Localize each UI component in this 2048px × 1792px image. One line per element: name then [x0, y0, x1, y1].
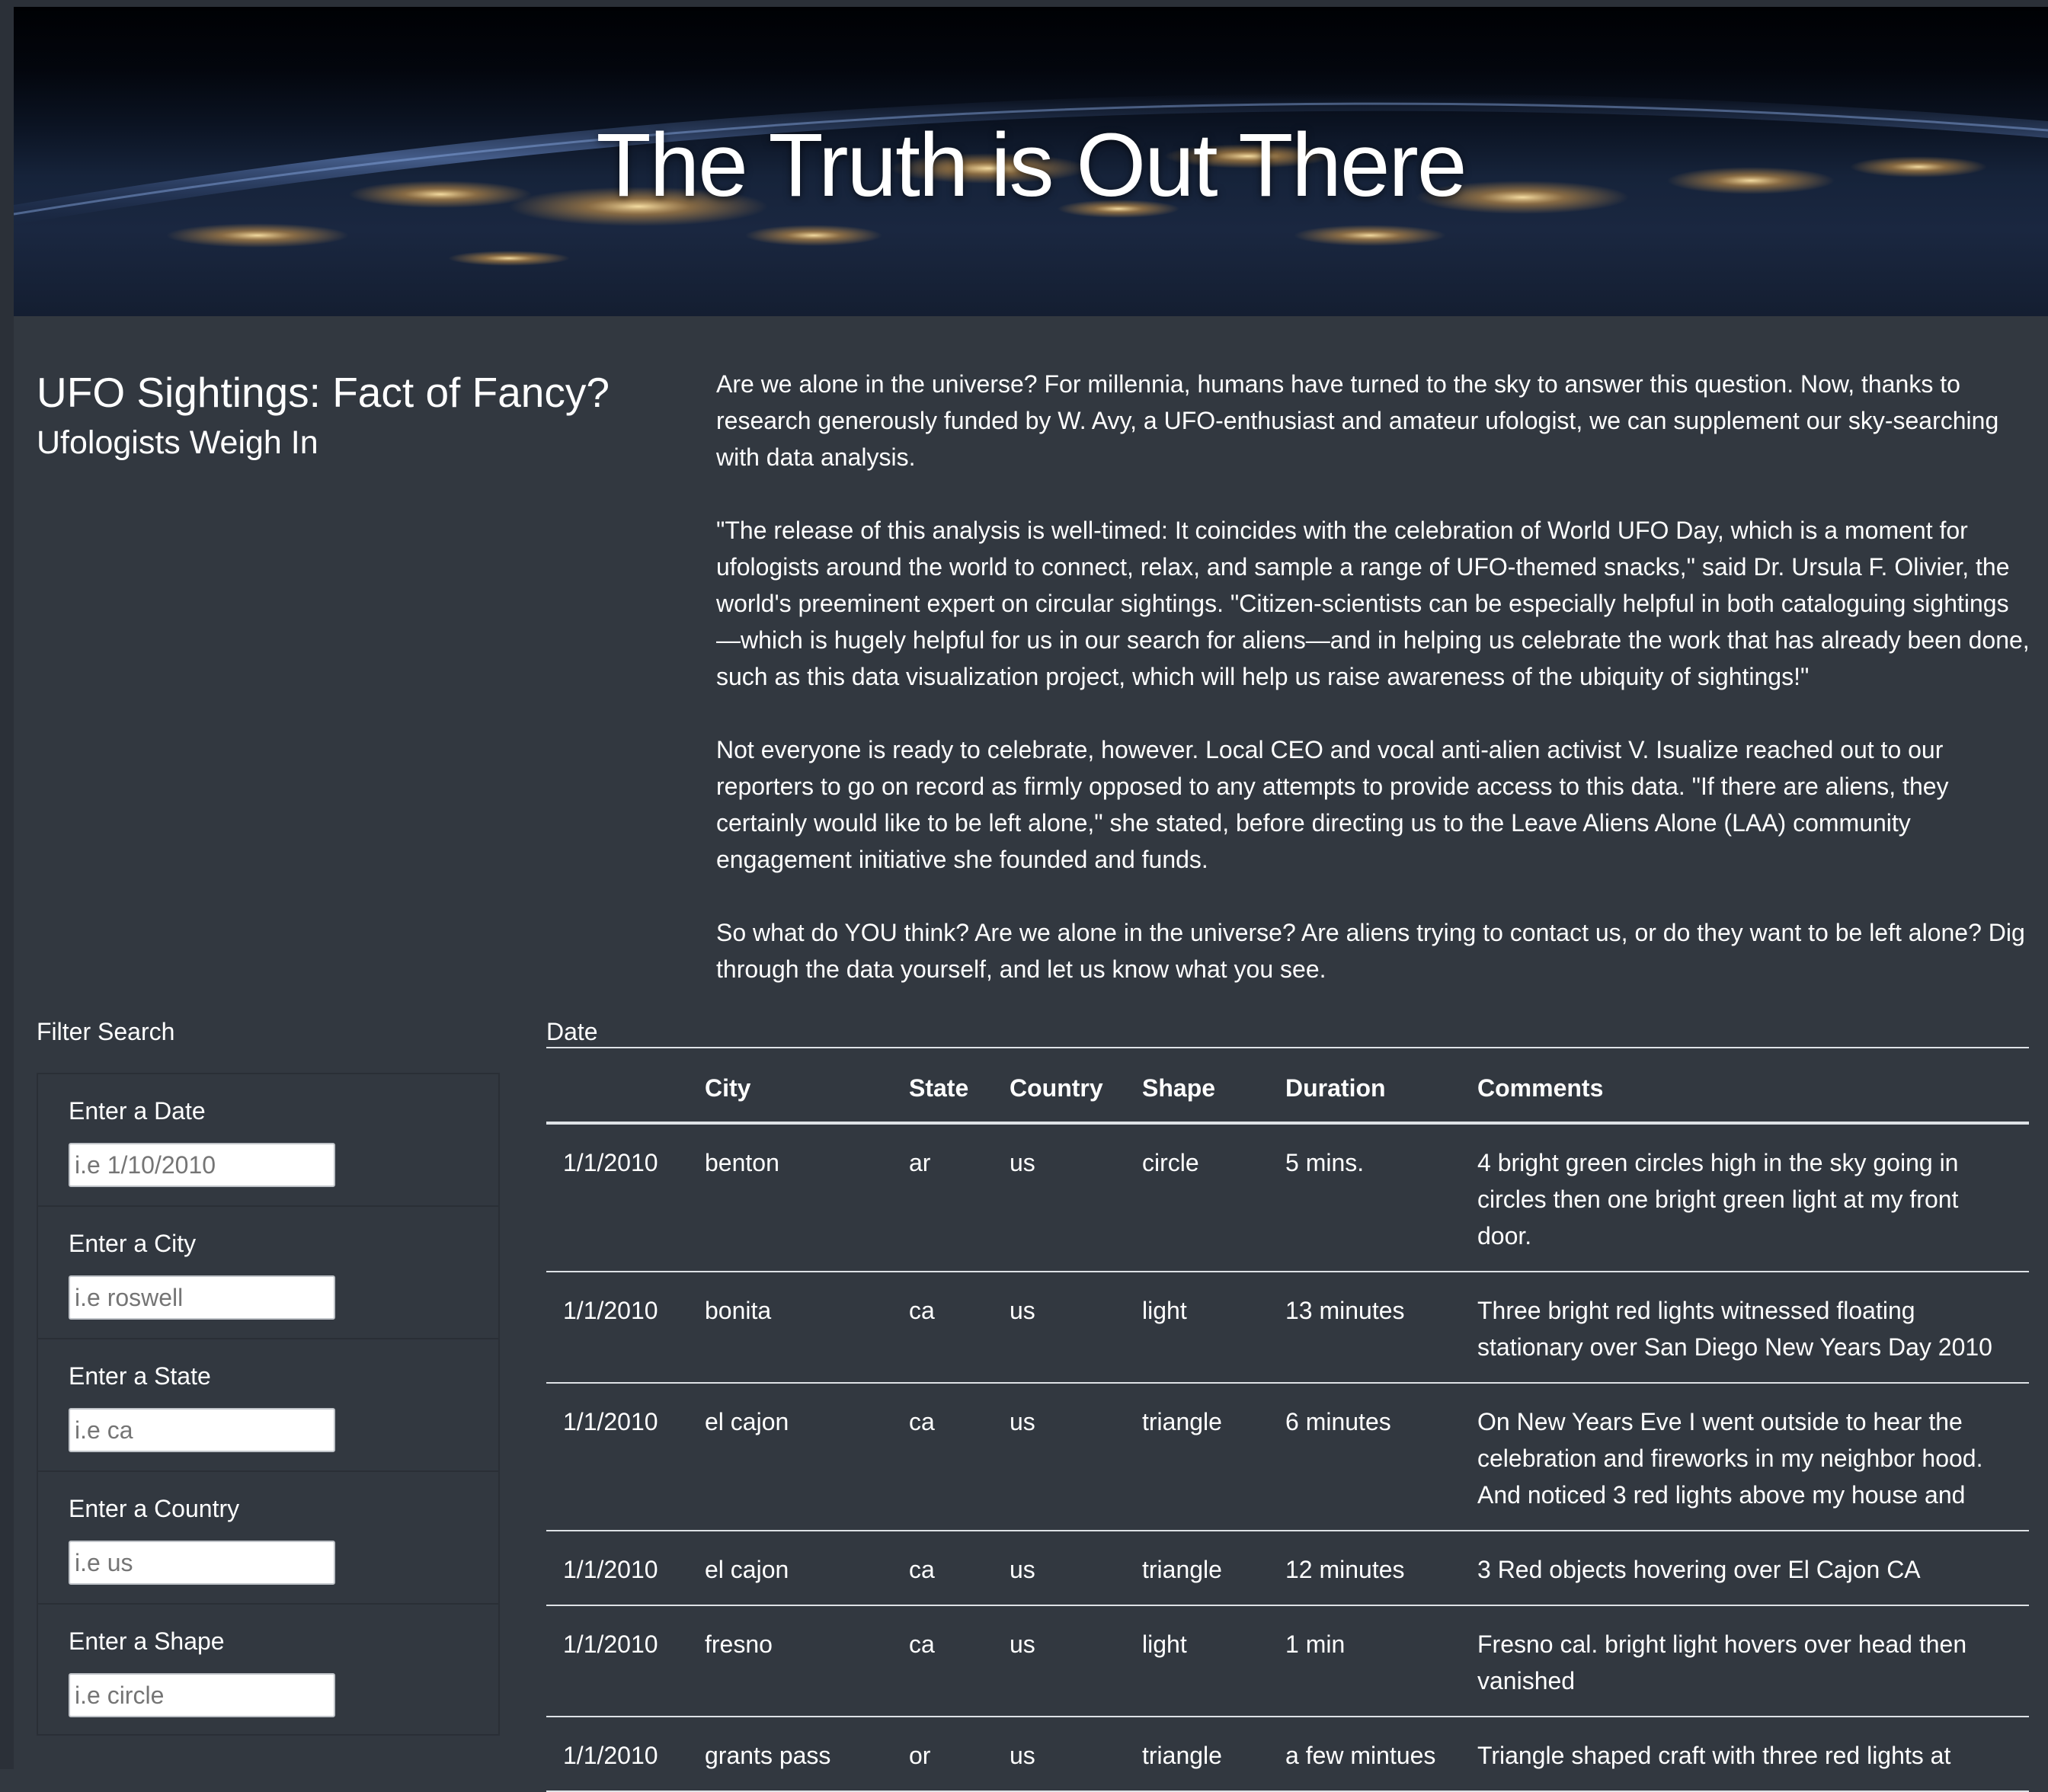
filter-item-shape: Enter a Shape	[38, 1605, 498, 1737]
cell-state: ca	[892, 1383, 993, 1531]
headline-block: UFO Sightings: Fact of Fancy? Ufologists…	[37, 366, 692, 466]
table-row: 1/1/2010 bonita ca us light 13 minutes T…	[546, 1272, 2029, 1384]
cell-city: grants pass	[688, 1717, 892, 1792]
cell-duration: 1 min	[1269, 1605, 1461, 1717]
column-header-comments: Comments	[1461, 1047, 2029, 1125]
filter-item-date: Enter a Date	[38, 1074, 498, 1207]
date-filter-input[interactable]	[69, 1143, 335, 1187]
filter-panel: Enter a Date Enter a City Enter a State …	[37, 1073, 500, 1736]
cell-comments: 3 Red objects hovering over El Cajon CA	[1461, 1531, 2029, 1606]
cell-date: 1/1/2010	[546, 1383, 688, 1531]
article-paragraph: "The release of this analysis is well-ti…	[716, 517, 2030, 690]
cell-comments: Triangle shaped craft with three red lig…	[1461, 1717, 2029, 1792]
cell-state: or	[892, 1717, 993, 1792]
country-filter-label: Enter a Country	[69, 1495, 240, 1522]
cell-city: bonita	[688, 1272, 892, 1384]
cell-state: ca	[892, 1272, 993, 1384]
cell-shape: circle	[1125, 1123, 1269, 1272]
cell-city: el cajon	[688, 1531, 892, 1606]
filter-search-title: Filter Search	[37, 1018, 175, 1045]
table-row: 1/1/2010 el cajon ca us triangle 12 minu…	[546, 1531, 2029, 1606]
hero-title: The Truth is Out There	[596, 115, 1467, 216]
hero-banner: The Truth is Out There	[14, 7, 2048, 316]
sightings-table-container: City State Country Shape Duration Commen…	[546, 1047, 2029, 1792]
cell-comments: On New Years Eve I went outside to hear …	[1461, 1383, 2029, 1531]
cell-city: benton	[688, 1123, 892, 1272]
article-paragraph: Not everyone is ready to celebrate, howe…	[716, 736, 1949, 873]
window-top-strip	[0, 0, 2048, 7]
cell-date: 1/1/2010	[546, 1272, 688, 1384]
cell-date: 1/1/2010	[546, 1717, 688, 1792]
cell-comments: 4 bright green circles high in the sky g…	[1461, 1123, 2029, 1272]
column-header-date	[546, 1047, 688, 1125]
date-filter-label: Enter a Date	[69, 1097, 206, 1125]
cell-state: ca	[892, 1605, 993, 1717]
cell-shape: triangle	[1125, 1383, 1269, 1531]
cell-shape: triangle	[1125, 1717, 1269, 1792]
table-row: 1/1/2010 fresno ca us light 1 min Fresno…	[546, 1605, 2029, 1717]
cell-state: ca	[892, 1531, 993, 1606]
cell-country: us	[993, 1605, 1125, 1717]
shape-filter-label: Enter a Shape	[69, 1627, 225, 1655]
city-filter-input[interactable]	[69, 1275, 335, 1320]
column-header-duration: Duration	[1269, 1047, 1461, 1125]
cell-shape: light	[1125, 1605, 1269, 1717]
table-row: 1/1/2010 el cajon ca us triangle 6 minut…	[546, 1383, 2029, 1531]
table-header-row: City State Country Shape Duration Commen…	[546, 1047, 2029, 1125]
cell-country: us	[993, 1272, 1125, 1384]
column-header-city: City	[688, 1047, 892, 1125]
cell-country: us	[993, 1383, 1125, 1531]
sightings-table: City State Country Shape Duration Commen…	[546, 1047, 2029, 1792]
table-row: 1/1/2010 grants pass or us triangle a fe…	[546, 1717, 2029, 1792]
filter-item-state: Enter a State	[38, 1339, 498, 1472]
shape-filter-input[interactable]	[69, 1673, 335, 1717]
column-header-country: Country	[993, 1047, 1125, 1125]
cell-duration: 12 minutes	[1269, 1531, 1461, 1606]
cell-country: us	[993, 1717, 1125, 1792]
column-header-state: State	[892, 1047, 993, 1125]
filter-item-country: Enter a Country	[38, 1472, 498, 1605]
column-header-shape: Shape	[1125, 1047, 1269, 1125]
cell-duration: a few mintues	[1269, 1717, 1461, 1792]
article-paragraph: So what do YOU think? Are we alone in th…	[716, 919, 2025, 983]
cell-date: 1/1/2010	[546, 1531, 688, 1606]
cell-shape: triangle	[1125, 1531, 1269, 1606]
state-filter-label: Enter a State	[69, 1362, 211, 1390]
table-caption: Date	[546, 1018, 598, 1045]
article-paragraph: Are we alone in the universe? For millen…	[716, 370, 1999, 471]
cell-duration: 5 mins.	[1269, 1123, 1461, 1272]
page-title: UFO Sightings: Fact of Fancy?	[37, 369, 610, 416]
table-row: 1/1/2010 benton ar us circle 5 mins. 4 b…	[546, 1123, 2029, 1272]
cell-duration: 6 minutes	[1269, 1383, 1461, 1531]
cell-comments: Fresno cal. bright light hovers over hea…	[1461, 1605, 2029, 1717]
country-filter-input[interactable]	[69, 1541, 335, 1585]
filter-item-city: Enter a City	[38, 1207, 498, 1339]
cell-date: 1/1/2010	[546, 1605, 688, 1717]
article-body: Are we alone in the universe? For millen…	[716, 366, 2030, 1024]
cell-country: us	[993, 1531, 1125, 1606]
window-left-strip	[0, 0, 14, 1769]
state-filter-input[interactable]	[69, 1408, 335, 1452]
page-subtitle: Ufologists Weigh In	[37, 424, 318, 461]
cell-comments: Three bright red lights witnessed floati…	[1461, 1272, 2029, 1384]
cell-date: 1/1/2010	[546, 1123, 688, 1272]
cell-shape: light	[1125, 1272, 1269, 1384]
cell-city: el cajon	[688, 1383, 892, 1531]
cell-state: ar	[892, 1123, 993, 1272]
cell-duration: 13 minutes	[1269, 1272, 1461, 1384]
cell-country: us	[993, 1123, 1125, 1272]
cell-city: fresno	[688, 1605, 892, 1717]
city-filter-label: Enter a City	[69, 1230, 197, 1257]
